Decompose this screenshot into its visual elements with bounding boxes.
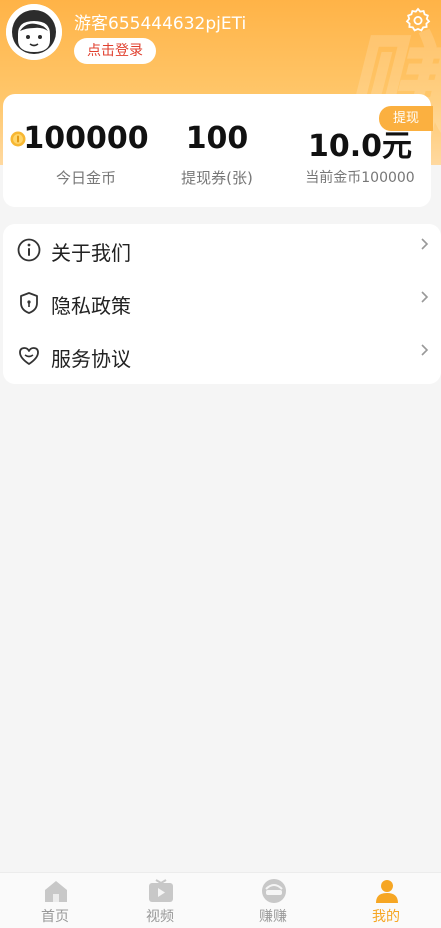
withdraw-voucher-label: 提现券(张) bbox=[181, 169, 253, 187]
withdraw-voucher-value: 100 bbox=[185, 121, 249, 156]
info-icon bbox=[17, 238, 41, 262]
stats-card: 提现 100000 今日金币 100 提现券(张) 10.0元 当前金币1000… bbox=[3, 94, 433, 207]
today-coins-label: 今日金币 bbox=[55, 169, 116, 187]
tab-profile[interactable]: 我的 bbox=[331, 873, 441, 928]
menu-item-label: 隐私政策 bbox=[51, 294, 131, 318]
login-button[interactable]: 点击登录 bbox=[74, 38, 156, 64]
tab-label: 赚赚 bbox=[259, 909, 287, 925]
menu-item-terms[interactable]: 服务协议 bbox=[3, 330, 441, 383]
menu-item-about[interactable]: 关于我们 bbox=[3, 224, 441, 277]
menu-list: 关于我们 隐私政策 服务协议 bbox=[3, 224, 441, 384]
home-icon bbox=[45, 881, 67, 902]
chevron-right-icon bbox=[421, 344, 429, 356]
tab-label: 首页 bbox=[41, 909, 69, 925]
tab-home[interactable]: 首页 bbox=[0, 873, 110, 928]
profile-icon bbox=[376, 880, 398, 903]
tab-earn[interactable]: 赚赚 bbox=[218, 873, 328, 928]
menu-item-privacy[interactable]: 隐私政策 bbox=[3, 277, 441, 330]
bottom-tab-bar: 首页 视频 赚赚 我的 bbox=[0, 872, 441, 928]
tab-label: 视频 bbox=[146, 909, 174, 925]
today-coins-value: 100000 bbox=[23, 121, 149, 156]
gear-icon[interactable] bbox=[404, 6, 432, 34]
username: 游客655444632pjETi bbox=[74, 14, 247, 34]
video-icon bbox=[149, 879, 173, 902]
menu-item-label: 关于我们 bbox=[51, 241, 131, 265]
current-balance-label: 当前金币100000 bbox=[305, 170, 415, 186]
tab-label: 我的 bbox=[372, 909, 400, 925]
current-balance-value: 10.0元 bbox=[307, 129, 413, 164]
shield-icon bbox=[20, 292, 38, 314]
chevron-right-icon bbox=[421, 238, 429, 250]
menu-item-label: 服务协议 bbox=[51, 347, 131, 371]
chevron-right-icon bbox=[421, 291, 429, 303]
tab-video[interactable]: 视频 bbox=[105, 873, 215, 928]
earn-icon bbox=[262, 879, 286, 903]
avatar[interactable] bbox=[6, 4, 62, 60]
heart-icon bbox=[19, 347, 39, 365]
avatar-face-icon bbox=[6, 4, 62, 60]
